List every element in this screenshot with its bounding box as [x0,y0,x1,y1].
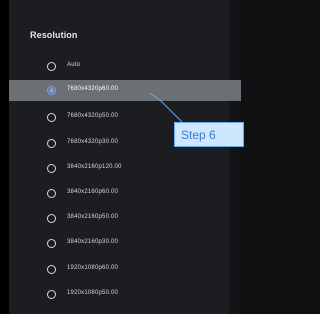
radio-button-icon [47,265,56,274]
option-row[interactable]: 1920x1080p60.00 [9,259,241,280]
option-label: 7680x4320p50.00 [67,113,119,119]
option-label: 3840x2160p120.00 [67,164,122,170]
option-label: Auto [67,62,81,68]
left-margin [0,0,9,314]
option-label: 7680x4320p60.00 [67,86,119,92]
radio-button-icon [47,164,56,173]
option-row[interactable]: 3840x2160p120.00 [9,158,241,179]
option-row[interactable]: 3840x2160p30.00 [9,233,241,254]
option-row-selected[interactable]: 7680x4320p60.00 [9,80,241,101]
option-row-auto[interactable]: Auto [9,56,241,77]
radio-button-icon [47,214,56,223]
step-callout-label: Step 6 [181,128,216,142]
radio-button-icon [47,62,56,71]
radio-button-icon [47,139,56,148]
radio-checked-icon [47,86,56,95]
radio-button-icon [47,113,56,122]
radio-button-icon [47,239,56,248]
option-label: 1920x1080p60.00 [67,265,119,271]
option-label: 3840x2160p30.00 [67,239,119,245]
option-row[interactable]: 3840x2160p60.00 [9,183,241,204]
option-label: 3840x2160p50.00 [67,214,119,220]
panel-title: Resolution [30,30,78,40]
step-callout: Step 6 [174,122,244,147]
option-label: 1920x1080p50.00 [67,290,119,296]
radio-button-icon [47,189,56,198]
radio-button-icon [47,290,56,299]
option-row[interactable]: 1920x1080p50.00 [9,284,241,305]
option-label: 3840x2160p60.00 [67,189,119,195]
option-label: 7680x4320p30.00 [67,139,119,145]
option-row[interactable]: 3840x2160p50.00 [9,208,241,229]
